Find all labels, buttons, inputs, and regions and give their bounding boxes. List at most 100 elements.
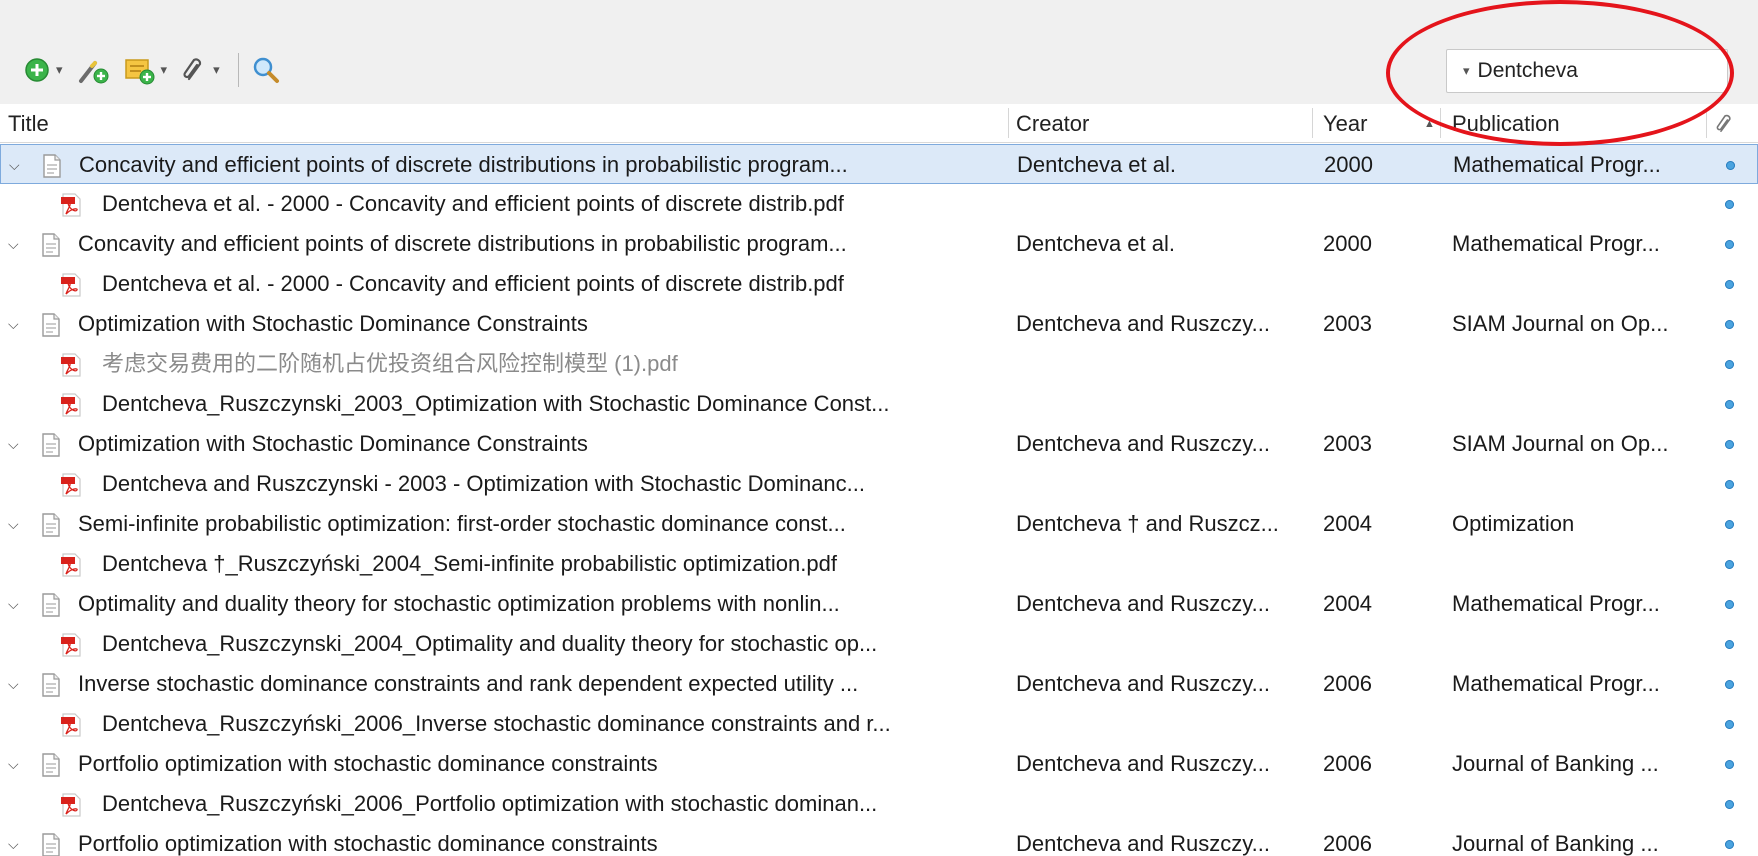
pdf-file-icon [60,793,82,823]
item-row[interactable]: ⌵ Semi-infinite probabilistic optimizatio… [0,504,1758,544]
attachment-row[interactable]: Dentcheva_Ruszczyński_2006_Portfolio opt… [0,784,1758,824]
item-year: 2006 [1323,831,1372,856]
attachment-status-dot-icon[interactable] [1725,480,1734,489]
new-item-menu-caret[interactable]: ▾ [56,62,63,78]
item-creator: Dentcheva and Ruszczy... [1016,311,1270,336]
plus-circle-icon [25,58,49,82]
document-icon [40,433,62,463]
add-by-identifier-button[interactable] [77,52,109,88]
expand-toggle-chevron-icon[interactable]: ⌵ [8,584,19,624]
item-row[interactable]: ⌵ Portfolio optimization with stochastic … [0,824,1758,856]
item-title: Optimization with Stochastic Dominance C… [78,431,588,456]
item-row[interactable]: ⌵ Optimization with Stochastic Dominance … [0,424,1758,464]
column-publication[interactable]: Publication [1452,104,1560,142]
document-icon [40,313,62,343]
attachment-status-dot-icon[interactable] [1725,520,1734,529]
attachment-row[interactable]: Dentcheva_Ruszczyński_2006_Inverse stoch… [0,704,1758,744]
item-creator: Dentcheva and Ruszczy... [1016,591,1270,616]
expand-toggle-chevron-icon[interactable]: ⌵ [8,824,19,856]
document-icon [40,753,62,783]
attachment-status-dot-icon[interactable] [1725,640,1734,649]
item-row[interactable]: ⌵ Concavity and efficient points of discr… [0,224,1758,264]
item-row[interactable]: ⌵ Optimization with Stochastic Dominance … [0,304,1758,344]
attachment-status-dot-icon[interactable] [1726,161,1735,170]
item-publication: Mathematical Progr... [1452,591,1660,616]
item-creator: Dentcheva et al. [1017,152,1176,177]
pdf-file-icon [60,713,82,743]
advanced-search-button[interactable] [251,52,281,88]
add-attachment-menu-caret[interactable]: ▾ [213,62,220,78]
item-creator: Dentcheva and Ruszczy... [1016,431,1270,456]
document-icon [40,833,62,856]
attachment-row[interactable]: Dentcheva_Ruszczynski_2004_Optimality an… [0,624,1758,664]
paperclip-icon [183,58,202,81]
attachment-row[interactable]: Dentcheva and Ruszczynski - 2003 - Optim… [0,464,1758,504]
attachment-filename: Dentcheva_Ruszczynski_2003_Optimization … [102,391,890,416]
attachment-status-dot-icon[interactable] [1725,600,1734,609]
quick-search-field[interactable]: ▾ Dentcheva [1446,49,1728,93]
attachment-row[interactable]: Dentcheva_Ruszczynski_2003_Optimization … [0,384,1758,424]
expand-toggle-chevron-icon[interactable]: ⌵ [8,424,19,464]
attachment-status-dot-icon[interactable] [1725,280,1734,289]
item-row[interactable]: ⌵ Optimality and duality theory for stoch… [0,584,1758,624]
item-year: 2003 [1323,431,1372,456]
column-title[interactable]: Title [8,104,49,142]
new-item-button[interactable]: ▾ [24,52,63,88]
sort-ascending-icon: ▲ [1424,118,1435,130]
attachment-status-dot-icon[interactable] [1725,560,1734,569]
new-note-menu-caret[interactable]: ▾ [161,62,168,78]
new-note-button[interactable]: ▾ [123,52,168,88]
pdf-file-icon [60,393,82,423]
item-title: Portfolio optimization with stochastic d… [78,751,658,776]
item-row[interactable]: ⌵ Portfolio optimization with stochastic … [0,744,1758,784]
column-separator[interactable] [1706,108,1707,138]
expand-toggle-chevron-icon[interactable]: ⌵ [8,664,19,704]
column-separator[interactable] [1008,108,1009,138]
document-icon [40,593,62,623]
column-separator[interactable] [1440,108,1441,138]
magic-wand-icon [78,61,109,84]
expand-toggle-chevron-icon[interactable]: ⌵ [8,504,19,544]
attachment-row[interactable]: 考虑交易费用的二阶随机占优投资组合风险控制模型 (1).pdf [0,344,1758,384]
column-year[interactable]: Year [1323,104,1367,142]
attachment-status-dot-icon[interactable] [1725,680,1734,689]
add-attachment-button[interactable]: ▾ [181,52,220,88]
column-attachments[interactable] [1714,112,1736,141]
attachment-filename: 考虑交易费用的二阶随机占优投资组合风险控制模型 (1).pdf [102,351,678,376]
attachment-row[interactable]: Dentcheva et al. - 2000 - Concavity and … [0,264,1758,304]
item-row[interactable]: ⌵ Inverse stochastic dominance constraint… [0,664,1758,704]
item-publication: SIAM Journal on Op... [1452,431,1669,456]
attachment-filename: Dentcheva and Ruszczynski - 2003 - Optim… [102,471,865,496]
attachment-status-dot-icon[interactable] [1725,320,1734,329]
item-row[interactable]: ⌵ Concavity and efficient points of discr… [0,144,1758,184]
item-year: 2006 [1323,671,1372,696]
search-mode-caret[interactable]: ▾ [1463,63,1470,79]
item-creator: Dentcheva and Ruszczy... [1016,831,1270,856]
zotero-items-pane: ▾ ▾ ▾ ▾ Dentcheva Title Creator Year ▲ P… [0,0,1758,856]
column-creator[interactable]: Creator [1016,104,1089,142]
expand-toggle-chevron-icon[interactable]: ⌵ [8,304,19,344]
attachment-status-dot-icon[interactable] [1725,360,1734,369]
attachment-status-dot-icon[interactable] [1725,800,1734,809]
items-toolbar: ▾ ▾ ▾ ▾ Dentcheva [0,0,1758,104]
attachment-status-dot-icon[interactable] [1725,400,1734,409]
expand-toggle-chevron-icon[interactable]: ⌵ [8,224,19,264]
attachment-filename: Dentcheva et al. - 2000 - Concavity and … [102,191,844,216]
attachment-row[interactable]: Dentcheva †_Ruszczyński_2004_Semi-infini… [0,544,1758,584]
attachment-status-dot-icon[interactable] [1725,240,1734,249]
item-title: Inverse stochastic dominance constraints… [78,671,859,696]
attachment-status-dot-icon[interactable] [1725,720,1734,729]
item-creator: Dentcheva et al. [1016,231,1175,256]
expand-toggle-chevron-icon[interactable]: ⌵ [9,145,20,185]
attachment-status-dot-icon[interactable] [1725,440,1734,449]
expand-toggle-chevron-icon[interactable]: ⌵ [8,744,19,784]
attachment-status-dot-icon[interactable] [1725,840,1734,849]
attachment-row[interactable]: Dentcheva et al. - 2000 - Concavity and … [0,184,1758,224]
attachment-status-dot-icon[interactable] [1725,760,1734,769]
search-input-value[interactable]: Dentcheva [1478,59,1578,83]
column-separator[interactable] [1312,108,1313,138]
item-title: Portfolio optimization with stochastic d… [78,831,658,856]
attachment-status-dot-icon[interactable] [1725,200,1734,209]
item-year: 2000 [1323,231,1372,256]
item-publication: Journal of Banking ... [1452,831,1659,856]
